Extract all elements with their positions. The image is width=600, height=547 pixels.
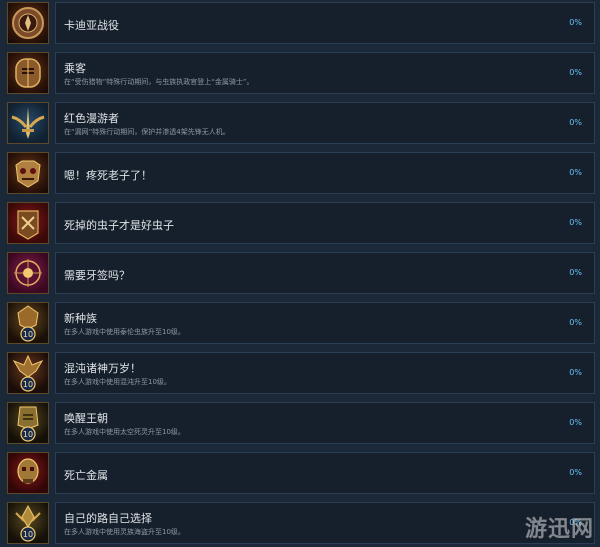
achievement-row[interactable]: 死掉的虫子才是好虫子 0% [3,200,597,246]
achievement-title: 需要牙签吗？ [64,269,130,282]
ork-skull-icon [7,152,49,194]
achievement-percent: 0% [569,468,582,477]
level-badge-text: 10 [23,430,33,439]
cadia-emblem-icon [7,2,49,44]
achievement-percent: 0% [569,218,582,227]
achievement-panel: 死亡金属 0% [55,452,595,494]
level-badge-text: 10 [23,380,33,389]
achievement-percent: 0% [569,268,582,277]
tyranid-level10-icon: 10 [7,302,49,344]
achievement-desc: 在“受伤猎物”特殊行动期间，与虫族执政官登上“金属骑士”。 [64,78,254,86]
necron-level10-icon: 10 [7,402,49,444]
achievement-percent: 0% [569,18,582,27]
achievement-percent: 0% [569,318,582,327]
achievement-panel: 需要牙签吗？ 0% [55,252,595,294]
achievement-title: 唤醒王朝 [64,412,108,425]
level-badge-text: 10 [23,330,33,339]
achievement-percent: 0% [569,168,582,177]
achievement-percent: 0% [569,68,582,77]
achievement-desc: 在“漏网”特殊行动期间，保护并渗透4架先锋无人机。 [64,128,230,136]
achievement-panel: 乘客 在“受伤猎物”特殊行动期间，与虫族执政官登上“金属骑士”。 0% [55,52,595,94]
achievement-row[interactable]: 乘客 在“受伤猎物”特殊行动期间，与虫族执政官登上“金属骑士”。 0% [3,50,597,96]
achievement-row[interactable]: 10 新种族 在多人游戏中使用泰伦虫族升至10级。 0% [3,300,597,346]
achievement-title: 死亡金属 [64,469,108,482]
achievement-panel: 红色漫游者 在“漏网”特殊行动期间，保护并渗透4架先锋无人机。 0% [55,102,595,144]
site-watermark: 游迅网 [524,517,594,542]
chaos-level10-icon: 10 [7,352,49,394]
achievement-title: 自己的路自己选择 [64,512,152,525]
achievement-panel: 自己的路自己选择 在多人游戏中使用灵族海盗升至10级。 0% [55,502,595,544]
achievement-panel: 嗯！疼死老子了！ 0% [55,152,595,194]
achievement-row[interactable]: 10 混沌诸神万岁！ 在多人游戏中使用混沌升至10级。 0% [3,350,597,396]
achievement-title: 新种族 [64,312,97,325]
toothpick-emblem-icon [7,252,49,294]
achievement-panel: 死掉的虫子才是好虫子 0% [55,202,595,244]
achievement-title: 乘客 [64,62,86,75]
achievement-title: 嗯！疼死老子了！ [64,169,152,182]
achievement-row[interactable]: 嗯！疼死老子了！ 0% [3,150,597,196]
necron-skull-icon [7,452,49,494]
achievement-desc: 在多人游戏中使用灵族海盗升至10级。 [64,528,185,536]
achievement-title: 死掉的虫子才是好虫子 [64,219,174,232]
achievement-percent: 0% [569,368,582,377]
achievement-percent: 0% [569,118,582,127]
winged-sword-icon [7,102,49,144]
achievement-title: 红色漫游者 [64,112,119,125]
bug-claw-icon [7,202,49,244]
achievement-title: 混沌诸神万岁！ [64,362,141,375]
achievement-row[interactable]: 10 唤醒王朝 在多人游戏中使用太空死灵升至10级。 0% [3,400,597,446]
achievement-row[interactable]: 红色漫游者 在“漏网”特殊行动期间，保护并渗透4架先锋无人机。 0% [3,100,597,146]
achievement-percent: 0% [569,418,582,427]
achievement-panel: 混沌诸神万岁！ 在多人游戏中使用混沌升至10级。 0% [55,352,595,394]
achievement-panel: 新种族 在多人游戏中使用泰伦虫族升至10级。 0% [55,302,595,344]
achievement-row[interactable]: 卡迪亚战役 0% [3,0,597,46]
eldar-level10-icon: 10 [7,502,49,544]
achievement-desc: 在多人游戏中使用混沌升至10级。 [64,378,171,386]
level-badge-text: 10 [23,530,33,539]
achievement-panel: 唤醒王朝 在多人游戏中使用太空死灵升至10级。 0% [55,402,595,444]
achievement-title: 卡迪亚战役 [64,19,119,32]
achievement-panel: 卡迪亚战役 0% [55,2,595,44]
achievement-row[interactable]: 10 自己的路自己选择 在多人游戏中使用灵族海盗升至10级。 0% [3,500,597,546]
achievement-desc: 在多人游戏中使用泰伦虫族升至10级。 [64,328,185,336]
achievement-desc: 在多人游戏中使用太空死灵升至10级。 [64,428,185,436]
achievement-row[interactable]: 死亡金属 0% [3,450,597,496]
achievement-row[interactable]: 需要牙签吗？ 0% [3,250,597,296]
helmet-knight-icon [7,52,49,94]
